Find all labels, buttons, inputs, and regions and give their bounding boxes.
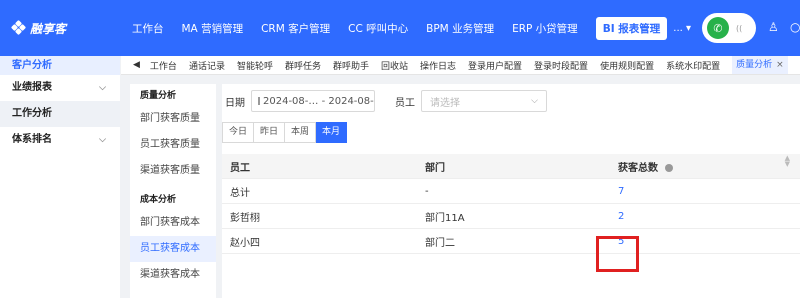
period-yesterday-button[interactable]: 昨日	[254, 122, 286, 143]
cell-employee: 彭哲栩	[230, 212, 260, 224]
cell-department: 部门11A	[425, 212, 465, 224]
tab-smart-dial[interactable]: 智能轮呼	[237, 59, 273, 72]
date-range-picker[interactable]: 2024-08-… - 2024-08-…	[251, 90, 375, 112]
cell-total[interactable]: 7	[610, 186, 800, 197]
tab-workbench[interactable]: 工作台	[150, 59, 177, 72]
top-navbar: 融享客 工作台 MA 营销管理 CRM 客户管理 CC 呼叫中心 BPM 业务管…	[0, 0, 800, 56]
column-header-label: 获客总数	[618, 162, 658, 174]
sidebar-item-ranking[interactable]: 体系排名 ⌵	[0, 127, 120, 153]
calendar-icon	[258, 97, 260, 105]
table-row: 彭哲栩 部门11A 2	[222, 204, 800, 229]
tab-operation-log[interactable]: 操作日志	[420, 59, 456, 72]
submenu-channel-cost[interactable]: 渠道获客成本	[130, 262, 216, 288]
acquisition-table: 员工 部门 获客总数 ▲ ▼ 总计 - 7 彭哲栩 部门11A 2 赵小四 部门二…	[222, 154, 800, 254]
sidebar-item-performance[interactable]: 业绩报表 ⌵	[0, 75, 120, 101]
nav-bi[interactable]: BI 报表管理	[595, 16, 668, 40]
sidebar-item-work-analysis[interactable]: 工作分析	[0, 101, 120, 127]
submenu-dept-cost[interactable]: 部门获客成本	[130, 210, 216, 236]
analysis-submenu: 质量分析 部门获客质量 员工获客质量 渠道获客质量 成本分析 部门获客成本 员工…	[130, 84, 216, 298]
logo[interactable]: 融享客	[10, 19, 108, 37]
cell-department: -	[425, 185, 429, 197]
column-header-department[interactable]: 部门	[417, 159, 610, 174]
date-range-value: 2024-08-… - 2024-08-…	[263, 95, 375, 107]
chevron-down-icon: ⌵	[531, 96, 538, 106]
chevron-down-icon: ⌵	[99, 135, 106, 145]
user-icon[interactable]: ♙	[768, 20, 779, 34]
nav-cc[interactable]: CC 呼叫中心	[348, 21, 408, 36]
submenu-dept-quality[interactable]: 部门获客质量	[130, 106, 216, 132]
table-header: 员工 部门 获客总数 ▲ ▼	[222, 154, 800, 179]
nav-ma[interactable]: MA 营销管理	[182, 21, 244, 36]
cell-total[interactable]: 2	[610, 211, 800, 222]
sort-icon[interactable]: ▲ ▼	[785, 154, 790, 167]
cell-department: 部门二	[425, 237, 455, 249]
period-today-button[interactable]: 今日	[222, 122, 255, 143]
table-row: 赵小四 部门二 5	[222, 229, 800, 254]
tab-group-call-assistant[interactable]: 群呼助手	[333, 59, 369, 72]
tab-login-time-config[interactable]: 登录时段配置	[534, 59, 588, 72]
call-toggle[interactable]: ✆ ((	[702, 13, 756, 43]
period-week-button[interactable]: 本周	[285, 122, 317, 143]
submenu-staff-cost[interactable]: 员工获客成本	[130, 236, 216, 262]
tab-recycle-bin[interactable]: 回收站	[381, 59, 408, 72]
period-selector: 今日 昨日 本周 本月	[222, 122, 348, 143]
nav-more-dropdown[interactable]: ... ▾	[673, 23, 691, 34]
cell-employee: 赵小四	[230, 237, 260, 249]
tab-call-records[interactable]: 通话记录	[189, 59, 225, 72]
logo-icon	[10, 19, 27, 36]
tab-group-call-task[interactable]: 群呼任务	[285, 59, 321, 72]
tab-usage-rule-config[interactable]: 使用规则配置	[600, 59, 654, 72]
phone-icon: ✆	[707, 17, 729, 39]
section-title-cost: 成本分析	[140, 195, 177, 205]
period-month-button[interactable]: 本月	[316, 122, 348, 143]
highlight-box	[596, 236, 639, 272]
close-icon[interactable]: ×	[776, 60, 784, 70]
tab-quality-analysis[interactable]: 质量分析 ×	[732, 56, 788, 74]
sidebar: 客户分析 业绩报表 ⌵ 工作分析 体系排名 ⌵	[0, 56, 120, 298]
main-panel: 日期 2024-08-… - 2024-08-… 员工 请选择 ⌵ 今日 昨日 …	[222, 84, 800, 298]
tab-login-user-config[interactable]: 登录用户配置	[468, 59, 522, 72]
search-icon[interactable]: ○	[790, 20, 800, 34]
tab-label: 质量分析	[736, 59, 773, 70]
column-header-total[interactable]: 获客总数 ▲ ▼	[610, 154, 800, 174]
sidebar-item-customer-analysis[interactable]: 客户分析	[0, 56, 120, 75]
column-header-employee[interactable]: 员工	[222, 159, 417, 174]
sidebar-item-label: 业绩报表	[12, 82, 52, 93]
filter-row: 日期 2024-08-… - 2024-08-… 员工 请选择 ⌵	[222, 90, 547, 112]
submenu-channel-quality[interactable]: 渠道获客质量	[130, 158, 216, 184]
nav-workbench[interactable]: 工作台	[132, 21, 164, 36]
employee-select[interactable]: 请选择 ⌵	[421, 90, 547, 112]
date-label: 日期	[225, 97, 245, 109]
submenu-staff-quality[interactable]: 员工获客质量	[130, 132, 216, 158]
nav-bpm[interactable]: BPM 业务管理	[426, 21, 494, 36]
chevron-down-icon: ⌵	[99, 83, 106, 93]
employee-label: 员工	[395, 97, 415, 109]
info-icon[interactable]	[665, 163, 674, 172]
section-title-quality: 质量分析	[140, 91, 177, 101]
nav-crm[interactable]: CRM 客户管理	[261, 21, 330, 36]
table-row: 总计 - 7	[222, 179, 800, 204]
nav-erp[interactable]: ERP 小贷管理	[512, 21, 578, 36]
tab-bar: ◀ 工作台 通话记录 智能轮呼 群呼任务 群呼助手 回收站 操作日志 登录用户配…	[121, 56, 800, 75]
signal-icon: ((	[736, 23, 743, 33]
chevron-left-icon[interactable]: ◀	[121, 60, 150, 70]
sidebar-item-label: 体系排名	[12, 134, 52, 145]
cell-employee: 总计	[230, 187, 250, 199]
employee-placeholder: 请选择	[430, 97, 460, 109]
sidebar-item-label: 工作分析	[12, 108, 52, 119]
logo-text: 融享客	[30, 21, 67, 36]
tab-watermark-config[interactable]: 系统水印配置	[666, 59, 720, 72]
